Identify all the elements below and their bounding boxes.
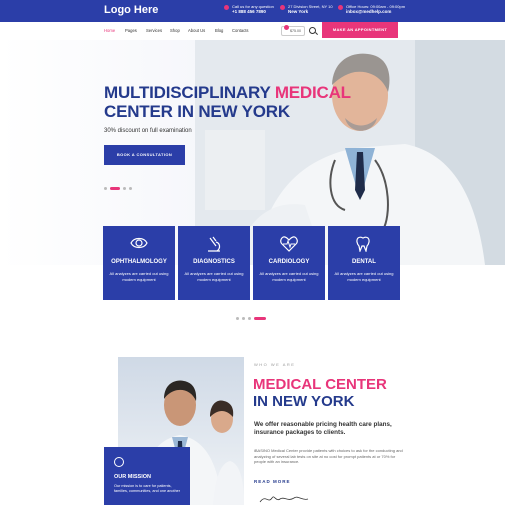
services-pager — [236, 310, 269, 328]
service-title: OPHTHALMOLOGY — [111, 259, 167, 265]
service-title: CARDIOLOGY — [268, 259, 310, 265]
nav-shop[interactable]: Shop — [170, 28, 180, 33]
read-more-link[interactable]: READ MORE — [254, 479, 291, 484]
cart-button[interactable]: $75.00 — [281, 25, 305, 36]
target-icon — [114, 457, 124, 467]
pager-dot[interactable] — [236, 317, 239, 321]
pager-dot[interactable] — [248, 317, 251, 321]
eye-icon — [130, 237, 148, 249]
hero-subtitle: 30% discount on full examination — [104, 128, 192, 134]
service-text: All analyzes are carried out using moder… — [109, 271, 169, 282]
heart-pulse-icon — [280, 236, 298, 252]
about-title: MEDICAL CENTER IN NEW YORK — [253, 376, 387, 410]
slider-dot[interactable] — [123, 187, 126, 191]
hero-title-part: MULTIDISCIPLINARY — [104, 83, 275, 102]
service-card-diagnostics[interactable]: DIAGNOSTICS All analyzes are carried out… — [178, 226, 250, 300]
phone-number[interactable]: +1 888 456 7890 — [232, 9, 274, 14]
address-info: 27 Division Street, NY 10 New York — [280, 4, 333, 14]
cart-icon — [284, 25, 289, 30]
mission-box: OUR MISSION Our mission is to care for p… — [104, 447, 190, 505]
main-nav: Home Pages Services Shop About Us Blog C… — [0, 22, 505, 40]
signature-image — [259, 496, 309, 503]
logo[interactable]: Logo Here — [104, 4, 158, 16]
service-text: All analyzes are carried out using moder… — [259, 271, 319, 282]
hero-title-highlight: MEDICAL — [274, 83, 351, 102]
hero-title: MULTIDISCIPLINARY MEDICAL CENTER IN NEW … — [104, 83, 351, 121]
book-consultation-button[interactable]: BOOK A CONSULTATION — [104, 145, 185, 165]
nav-pages[interactable]: Pages — [125, 28, 137, 33]
service-text: All analyzes are carried out using moder… — [184, 271, 244, 282]
service-card-dental[interactable]: DENTAL All analyzes are carried out usin… — [328, 226, 400, 300]
about-eyebrow: WHO WE ARE — [254, 362, 296, 367]
nav-services[interactable]: Services — [146, 28, 162, 33]
clock-icon — [338, 5, 343, 10]
microscope-icon — [208, 236, 221, 252]
hero-title-part: CENTER — [104, 102, 178, 121]
make-appointment-button[interactable]: MAKE AN APPOINTMENT — [322, 22, 398, 38]
about-title-line2: IN NEW YORK — [253, 393, 355, 410]
slider-dot[interactable] — [104, 187, 107, 191]
nav-blog[interactable]: Blog — [215, 28, 223, 33]
pager-dot[interactable] — [242, 317, 245, 321]
service-card-cardiology[interactable]: CARDIOLOGY All analyzes are carried out … — [253, 226, 325, 300]
service-card-ophthalmology[interactable]: OPHTHALMOLOGY All analyzes are carried o… — [103, 226, 175, 300]
hours-info: Office Hours: 09:00am - 09:00pm inbox@me… — [338, 4, 405, 14]
phone-icon — [224, 5, 229, 10]
location-icon — [280, 5, 285, 10]
service-text: All analyzes are carried out using moder… — [334, 271, 394, 282]
nav-home[interactable]: Home — [104, 28, 115, 33]
about-title-line1: MEDICAL CENTER — [253, 376, 387, 393]
pager-dot-active[interactable] — [254, 317, 266, 321]
address-city: New York — [288, 9, 309, 14]
hero-title-part: IN NEW YORK — [177, 102, 290, 121]
slider-dot-active[interactable] — [110, 187, 120, 191]
nav-about-us[interactable]: About Us — [188, 28, 205, 33]
hero-slider-dots — [104, 180, 135, 198]
service-title: DENTAL — [352, 259, 376, 265]
mission-title: OUR MISSION — [114, 474, 151, 480]
about-lead: We offer reasonable pricing health care … — [254, 421, 392, 436]
mission-text: Our mission is to care for patients, fam… — [114, 484, 181, 493]
email-link[interactable]: inbox@medhelp.com — [346, 9, 405, 14]
nav-contacts[interactable]: Contacts — [232, 28, 249, 33]
top-bar: Logo Here Call us for any question +1 88… — [0, 0, 505, 22]
tooth-icon — [356, 236, 370, 252]
cart-total: $75.00 — [290, 29, 301, 33]
about-body: iBASINO Medical Center provide patients … — [254, 448, 403, 464]
slider-dot[interactable] — [129, 187, 132, 191]
search-icon[interactable] — [309, 27, 316, 34]
service-title: DIAGNOSTICS — [193, 259, 235, 265]
phone-info: Call us for any question +1 888 456 7890 — [224, 4, 274, 14]
